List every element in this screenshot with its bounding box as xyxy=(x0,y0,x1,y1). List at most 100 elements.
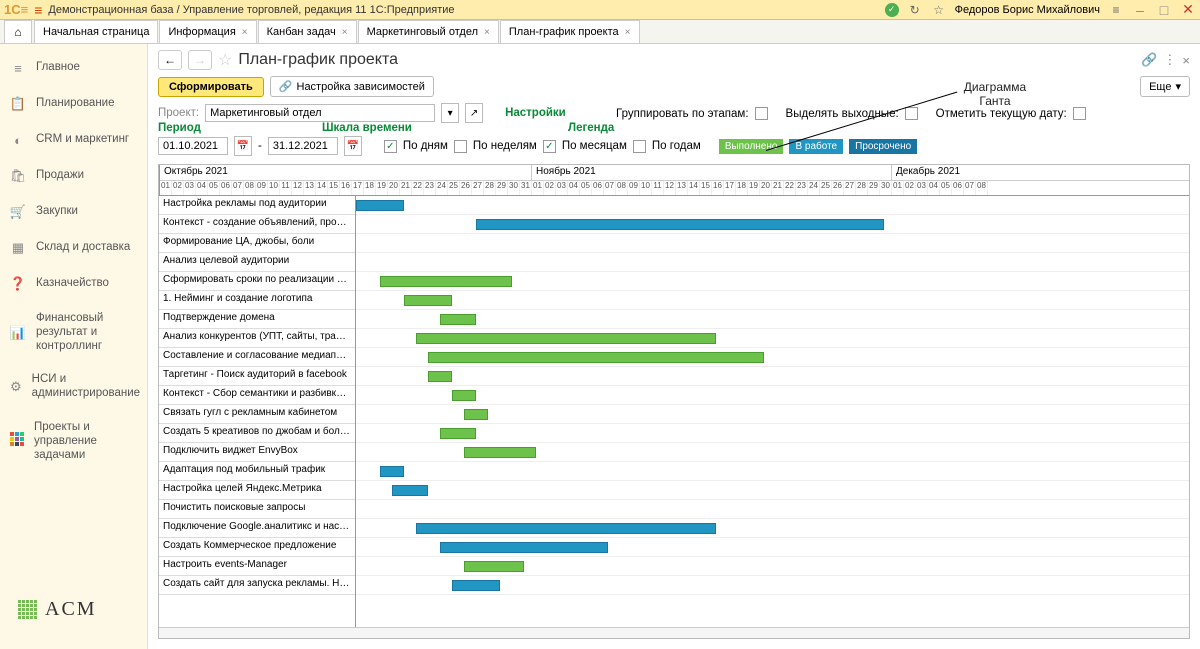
day-header: 06 xyxy=(952,181,964,195)
task-name-cell[interactable]: Сформировать сроки по реализации проекта… xyxy=(159,272,355,291)
task-name-cell[interactable]: Подключить виджет EnvyBox xyxy=(159,443,355,462)
task-name-cell[interactable]: Почистить поисковые запросы xyxy=(159,500,355,519)
sidebar-item[interactable]: 📊Финансовый результат и контроллинг xyxy=(0,302,147,363)
close-icon[interactable]: × xyxy=(242,27,248,38)
sidebar-item[interactable]: ≡Главное xyxy=(0,50,147,86)
gantt-chart[interactable]: Октябрь 2021Ноябрь 2021Декабрь 2021 0102… xyxy=(158,164,1190,639)
task-name-cell[interactable]: Адаптация под мобильный трафик xyxy=(159,462,355,481)
gantt-bar[interactable] xyxy=(440,428,476,439)
tab-marketing[interactable]: Маркетинговый отдел× xyxy=(358,20,499,43)
close-icon[interactable]: × xyxy=(484,27,490,38)
sidebar-icon: ▦ xyxy=(10,240,26,256)
sidebar-item[interactable]: ▦Склад и доставка xyxy=(0,230,147,266)
task-name-cell[interactable]: Контекст - создание объявлений, проставл… xyxy=(159,215,355,234)
gantt-bar[interactable] xyxy=(404,295,452,306)
by-years-checkbox[interactable] xyxy=(633,140,646,153)
sidebar-item[interactable]: ❓Казначейство xyxy=(0,266,147,302)
date-to-input[interactable] xyxy=(268,137,338,155)
mark-current-date-checkbox[interactable] xyxy=(1073,107,1086,120)
gantt-bar[interactable] xyxy=(380,276,512,287)
favorite-icon[interactable]: ☆ xyxy=(218,50,232,70)
more-icon[interactable]: ⋮ xyxy=(1163,52,1176,68)
gantt-bar[interactable] xyxy=(464,561,524,572)
maximize-button[interactable]: □ xyxy=(1156,2,1172,18)
close-button[interactable]: ✕ xyxy=(1180,2,1196,18)
home-tab[interactable]: ⌂ xyxy=(4,20,32,43)
gantt-bar[interactable] xyxy=(440,542,608,553)
sidebar-item[interactable]: Проекты и управление задачами xyxy=(0,411,147,472)
task-name-cell[interactable]: Анализ целевой аудитории xyxy=(159,253,355,272)
task-name-cell[interactable]: Настройка целей Яндекс.Метрика xyxy=(159,481,355,500)
gantt-bar[interactable] xyxy=(356,200,404,211)
settings-icon[interactable]: ≡ xyxy=(1108,2,1124,18)
by-months-checkbox[interactable] xyxy=(543,140,556,153)
close-icon[interactable]: × xyxy=(342,27,348,38)
by-weeks-checkbox[interactable] xyxy=(454,140,467,153)
highlight-weekends-checkbox[interactable] xyxy=(905,107,918,120)
sidebar-item[interactable]: ◐CRM и маркетинг xyxy=(0,122,147,158)
dropdown-button[interactable]: ▾ xyxy=(441,103,459,123)
gantt-bar[interactable] xyxy=(452,390,476,401)
dependencies-button[interactable]: 🔗Настройка зависимостей xyxy=(270,76,434,97)
gantt-bar[interactable] xyxy=(452,580,500,591)
gantt-bar[interactable] xyxy=(476,219,884,230)
history-icon[interactable]: ↻ xyxy=(907,2,923,18)
task-name-cell[interactable]: Связать гугл с рекламным кабинетом xyxy=(159,405,355,424)
gantt-bar[interactable] xyxy=(428,352,764,363)
task-name-cell[interactable]: Формирование ЦА, джобы, боли xyxy=(159,234,355,253)
gantt-bar[interactable] xyxy=(416,523,716,534)
gantt-bar[interactable] xyxy=(380,466,404,477)
calendar-icon[interactable]: 📅 xyxy=(344,136,362,156)
user-name[interactable]: Федоров Борис Михайлович xyxy=(955,4,1100,16)
gantt-bar[interactable] xyxy=(416,333,716,344)
task-name-cell[interactable]: Создать сайт для запуска рекламы. На баз… xyxy=(159,576,355,595)
open-button[interactable]: ↗ xyxy=(465,103,483,123)
project-label: Проект: xyxy=(158,107,199,119)
horizontal-scrollbar[interactable] xyxy=(159,627,1189,639)
task-name-cell[interactable]: Подтверждение домена xyxy=(159,310,355,329)
minimize-button[interactable]: – xyxy=(1132,2,1148,18)
task-name-cell[interactable]: 1. Нейминг и создание логотипа xyxy=(159,291,355,310)
close-icon[interactable]: × xyxy=(625,27,631,38)
sidebar-item[interactable]: 🛍Продажи xyxy=(0,158,147,194)
day-header: 15 xyxy=(700,181,712,195)
group-by-stages-checkbox[interactable] xyxy=(755,107,768,120)
by-months-label: По месяцам xyxy=(562,140,627,152)
gantt-bar[interactable] xyxy=(464,447,536,458)
generate-button[interactable]: Сформировать xyxy=(158,77,264,97)
calendar-icon[interactable]: 📅 xyxy=(234,136,252,156)
task-name-cell[interactable]: Контекст - Сбор семантики и разбивка на … xyxy=(159,386,355,405)
task-name-cell[interactable]: Подключение Google.аналитикс и настройка… xyxy=(159,519,355,538)
tab-info[interactable]: Информация× xyxy=(159,20,256,43)
back-button[interactable]: ← xyxy=(158,50,182,70)
task-name-cell[interactable]: Настройка рекламы под аудитории xyxy=(159,196,355,215)
burger-icon[interactable]: ≡ xyxy=(34,2,42,18)
close-panel-icon[interactable]: × xyxy=(1182,53,1190,68)
date-from-input[interactable] xyxy=(158,137,228,155)
gantt-bar[interactable] xyxy=(464,409,488,420)
project-input[interactable] xyxy=(205,104,435,122)
task-name-cell[interactable]: Создать 5 креативов по джобам и болям xyxy=(159,424,355,443)
gantt-bar[interactable] xyxy=(392,485,428,496)
tab-kanban[interactable]: Канбан задач× xyxy=(258,20,357,43)
sidebar-item[interactable]: 📋Планирование xyxy=(0,86,147,122)
forward-button[interactable]: → xyxy=(188,50,212,70)
tab-plan[interactable]: План-график проекта× xyxy=(500,20,640,43)
task-name-cell[interactable]: Настроить events-Manager xyxy=(159,557,355,576)
gantt-bar[interactable] xyxy=(428,371,452,382)
by-days-checkbox[interactable] xyxy=(384,140,397,153)
more-button[interactable]: Еще ▾ xyxy=(1140,76,1190,97)
tab-home[interactable]: Начальная страница xyxy=(34,20,158,43)
link-icon[interactable]: 🔗 xyxy=(1141,52,1157,68)
gantt-bar[interactable] xyxy=(440,314,476,325)
star-icon[interactable]: ☆ xyxy=(931,2,947,18)
sidebar-item-label: Проекты и управление задачами xyxy=(34,421,137,462)
sidebar-item[interactable]: ⚙НСИ и администрирование xyxy=(0,363,147,411)
task-name-cell[interactable]: Анализ конкурентов (УПТ, сайты, трафик) xyxy=(159,329,355,348)
sidebar-item-label: Главное xyxy=(36,61,80,75)
sidebar-item[interactable]: 🛒Закупки xyxy=(0,194,147,230)
notification-icon[interactable]: ✓ xyxy=(885,3,899,17)
task-name-cell[interactable]: Таргетинг - Поиск аудиторий в facebook xyxy=(159,367,355,386)
task-name-cell[interactable]: Составление и согласование медиаплана xyxy=(159,348,355,367)
task-name-cell[interactable]: Создать Коммерческое предложение xyxy=(159,538,355,557)
